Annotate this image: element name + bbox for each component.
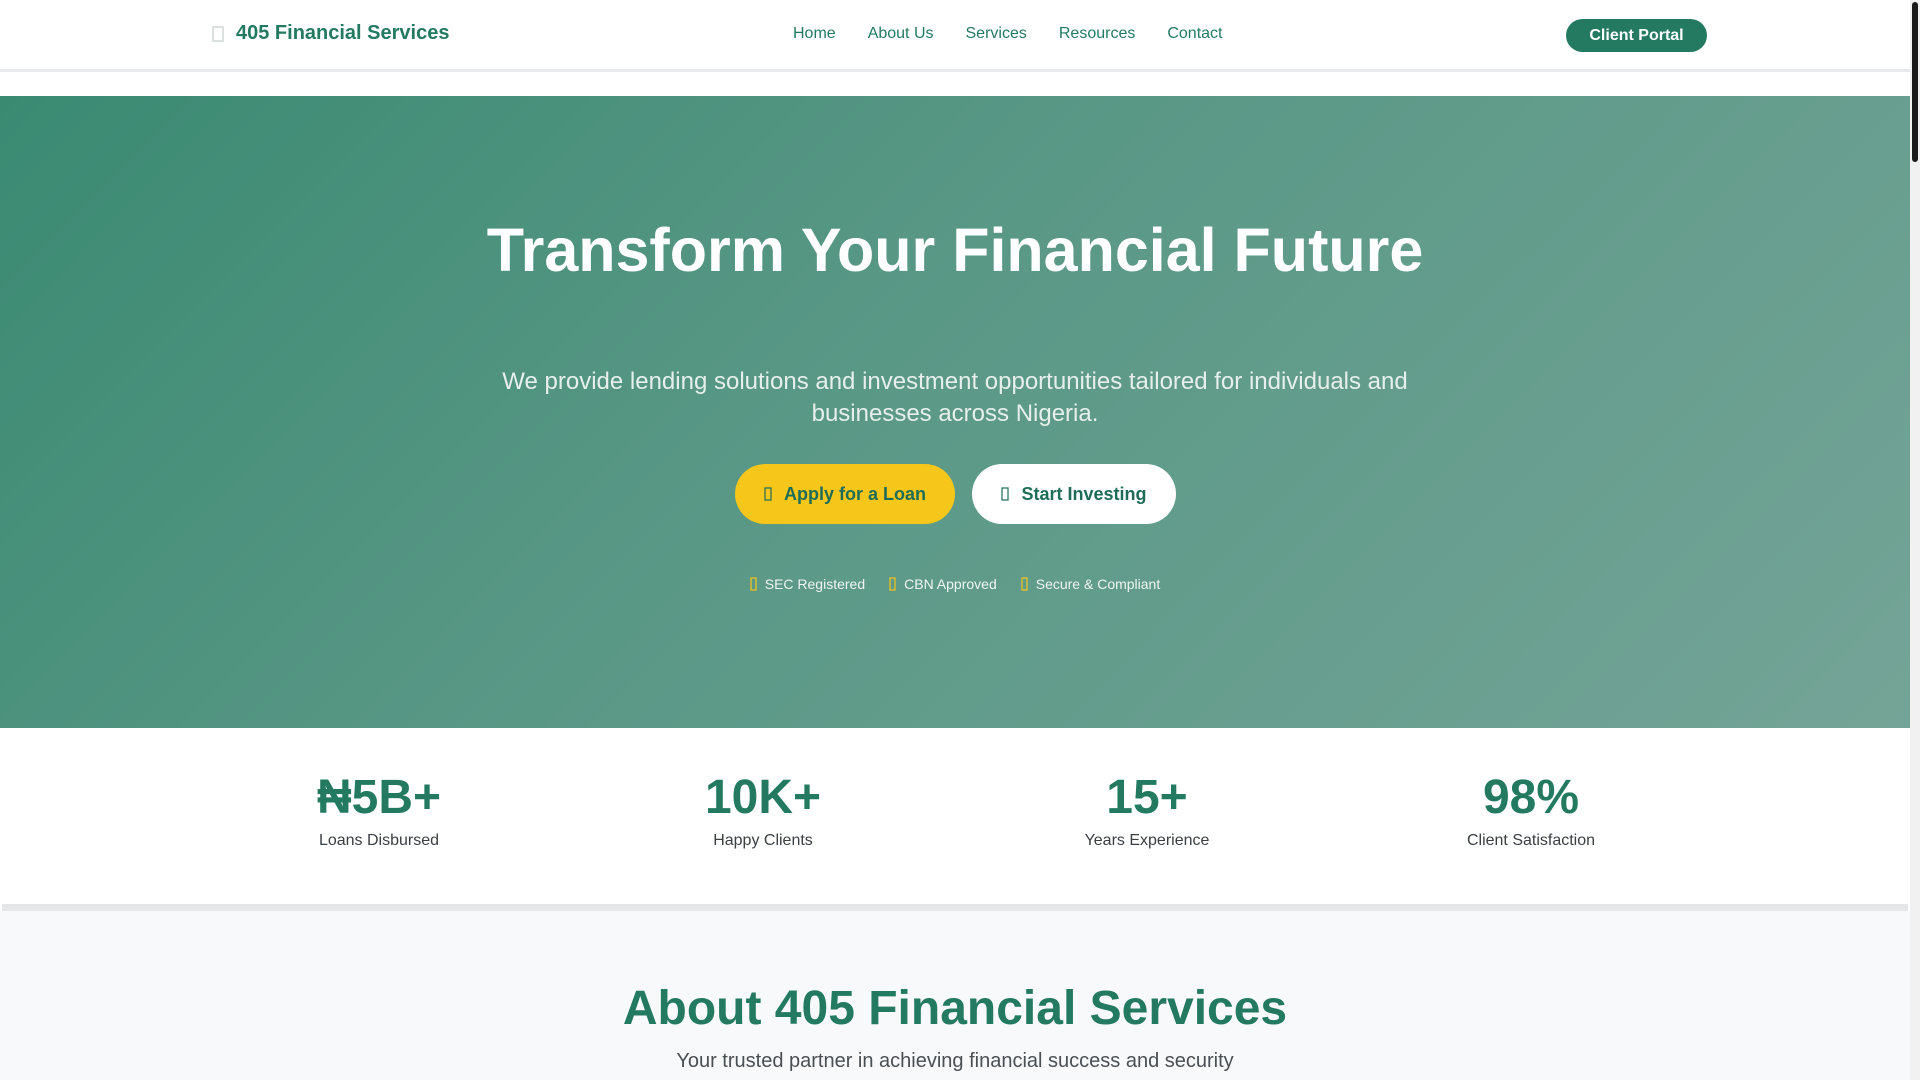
stat-loans-disbursed: ₦5B+ Loans Disbursed: [229, 772, 529, 850]
lock-icon: [1021, 576, 1029, 592]
stat-happy-clients: 10K+ Happy Clients: [613, 772, 913, 850]
trust-badges: SEC Registered CBN Approved Secure & Com…: [0, 576, 1910, 592]
hero-subtitle: We provide lending solutions and investm…: [502, 368, 1408, 427]
badge-secure: Secure & Compliant: [1021, 576, 1161, 592]
stat-label: Client Satisfaction: [1466, 832, 1596, 849]
nav-link-home[interactable]: Home: [793, 25, 836, 43]
nav-link-about[interactable]: About Us: [868, 25, 934, 43]
stat-value: 10K+: [704, 771, 822, 824]
client-portal-button[interactable]: Client Portal: [1566, 19, 1707, 52]
stat-value: ₦5B+: [316, 771, 442, 824]
nav-link-contact[interactable]: Contact: [1167, 25, 1222, 43]
badge-cbn: CBN Approved: [889, 576, 997, 592]
badge-sec: SEC Registered: [750, 576, 865, 592]
brand-name: 405 Financial Services: [236, 22, 450, 44]
hero-title: Transform Your Financial Future: [486, 216, 1424, 284]
start-investing-label: Start Investing: [1021, 483, 1147, 504]
stat-label: Loans Disbursed: [318, 832, 440, 849]
main-nav: Home About Us Services Resources Contact: [793, 25, 1254, 43]
scrollbar-thumb[interactable]: [1912, 2, 1918, 162]
apply-loan-label: Apply for a Loan: [783, 483, 926, 504]
navbar: 405 Financial Services Home About Us Ser…: [0, 0, 1910, 72]
badge-secure-label: Secure & Compliant: [1035, 576, 1161, 592]
stat-label: Years Experience: [1084, 832, 1210, 849]
stats-section: ₦5B+ Loans Disbursed 10K+ Happy Clients …: [0, 728, 1910, 903]
stat-value: 98%: [1482, 771, 1580, 824]
hero-section: Transform Your Financial Future We provi…: [0, 96, 1910, 728]
start-investing-button[interactable]: Start Investing: [972, 464, 1176, 524]
bank-icon: [889, 576, 897, 592]
about-title: About 405 Financial Services: [622, 982, 1288, 1035]
chart-line-icon: [1001, 486, 1011, 502]
page-scrollbar[interactable]: [1910, 0, 1920, 1080]
apply-loan-button[interactable]: Apply for a Loan: [735, 464, 955, 524]
page: 405 Financial Services Home About Us Ser…: [0, 0, 1920, 1080]
stat-client-satisfaction: 98% Client Satisfaction: [1381, 772, 1681, 850]
stat-label: Happy Clients: [713, 832, 813, 849]
nav-link-resources[interactable]: Resources: [1059, 25, 1135, 43]
about-subtitle: Your trusted partner in achieving financ…: [676, 1050, 1234, 1072]
badge-sec-label: SEC Registered: [764, 576, 866, 592]
stat-years-experience: 15+ Years Experience: [997, 772, 1297, 850]
stat-value: 15+: [1106, 771, 1188, 824]
about-section: About 405 Financial Services Your truste…: [0, 911, 1910, 1080]
section-divider: [2, 904, 1908, 911]
brand-link[interactable]: 405 Financial Services: [210, 22, 449, 45]
hand-money-icon: [764, 486, 774, 502]
shield-check-icon: [750, 576, 758, 592]
nav-link-services[interactable]: Services: [966, 25, 1027, 43]
badge-cbn-label: CBN Approved: [904, 576, 997, 592]
building-icon: [210, 24, 226, 44]
